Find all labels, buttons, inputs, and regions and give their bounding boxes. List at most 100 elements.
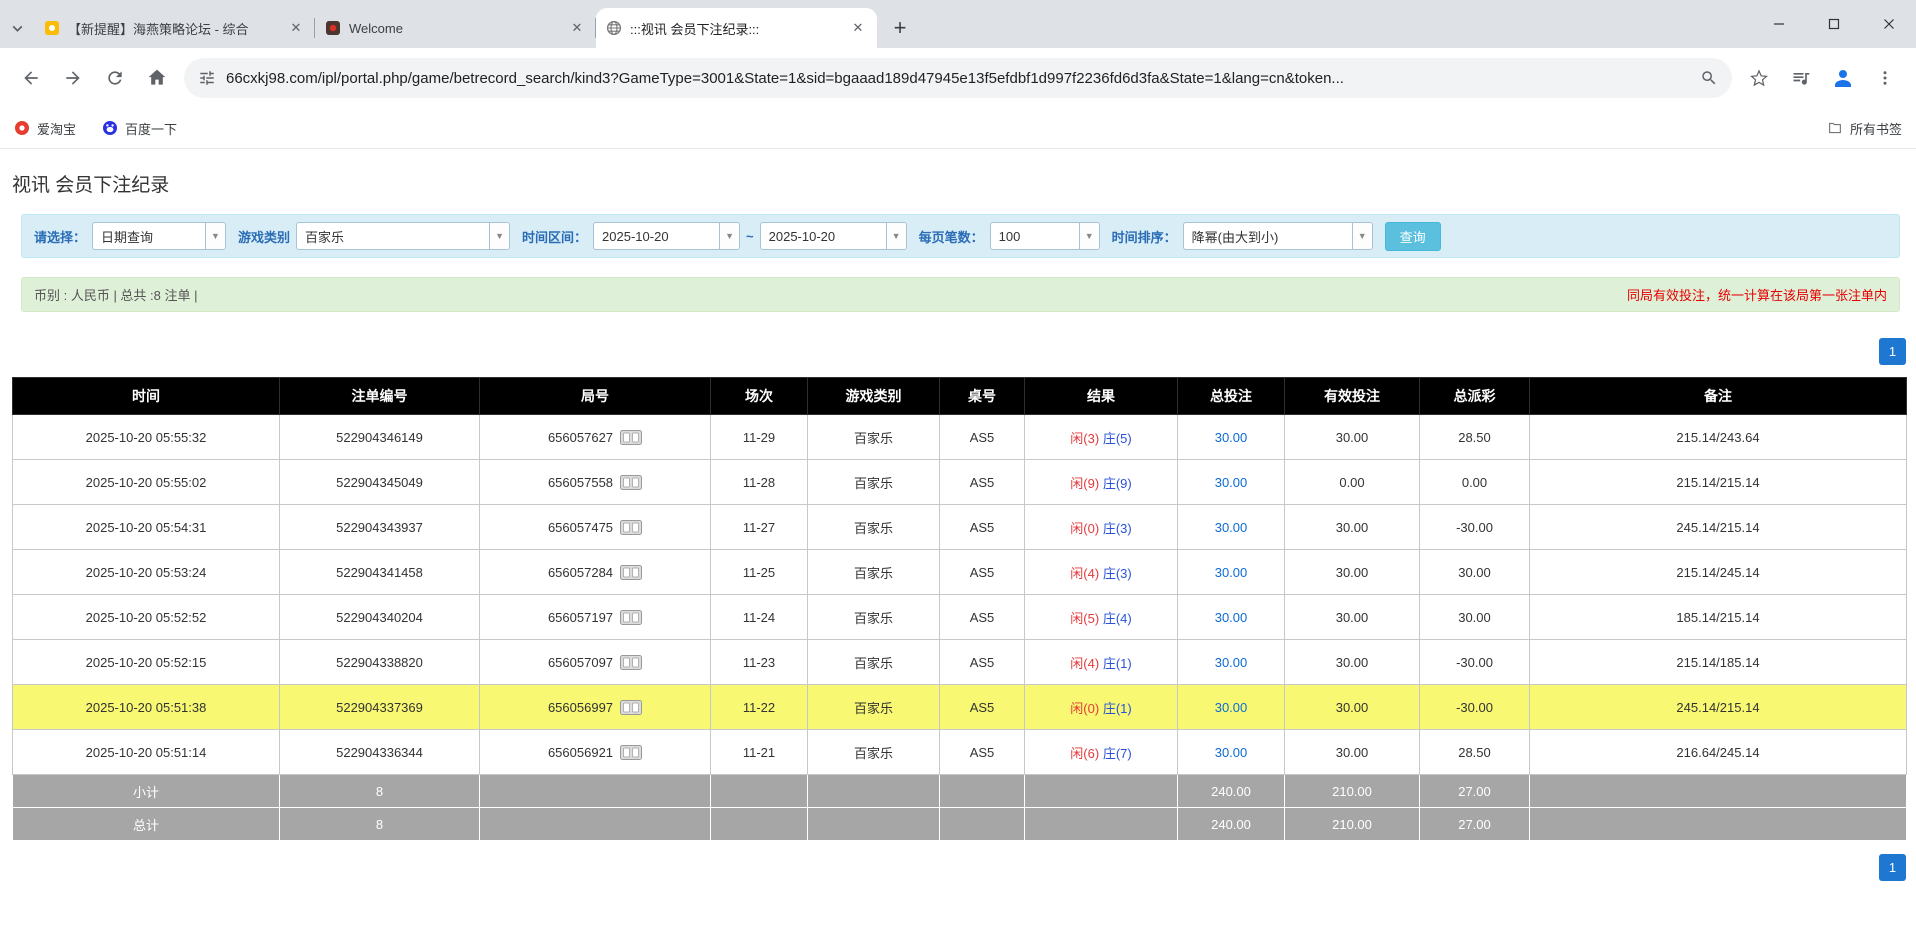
col-remark: 备注 (1530, 378, 1907, 415)
zoom-icon[interactable] (1700, 69, 1718, 87)
round-result-icon[interactable] (620, 610, 642, 625)
pagination-top: 1 (0, 338, 1906, 365)
table-row[interactable]: 2025-10-20 05:52:52 522904340204 6560571… (13, 595, 1907, 640)
currency-total-text: 币别 : 人民币 | 总共 :8 注单 | (34, 285, 198, 304)
sort-order-value: 降幂(由大到小) (1184, 223, 1352, 249)
cell-total-bet: 30.00 (1178, 640, 1285, 685)
back-icon[interactable] (12, 59, 50, 97)
cell-time: 2025-10-20 05:54:31 (13, 505, 280, 550)
query-type-value: 日期查询 (93, 223, 205, 249)
col-result: 结果 (1025, 378, 1178, 415)
cell-round: 656057197 (480, 595, 711, 640)
cell-remark: 245.14/215.14 (1530, 685, 1907, 730)
subtotal-label: 小计 (13, 775, 280, 808)
tab-search-chevron-icon[interactable] (0, 8, 34, 48)
cell-remark: 215.14/245.14 (1530, 550, 1907, 595)
total-bet-link[interactable]: 30.00 (1215, 475, 1248, 490)
table-row[interactable]: 2025-10-20 05:55:32 522904346149 6560576… (13, 415, 1907, 460)
table-row[interactable]: 2025-10-20 05:53:24 522904341458 6560572… (13, 550, 1907, 595)
home-icon[interactable] (138, 59, 176, 97)
window-maximize-icon[interactable] (1806, 0, 1861, 48)
chevron-down-icon: ▼ (489, 223, 509, 249)
search-button[interactable]: 查询 (1385, 222, 1441, 251)
profile-avatar-icon[interactable] (1824, 59, 1862, 97)
round-result-icon[interactable] (620, 475, 642, 490)
result-banker: 庄(4) (1103, 611, 1132, 626)
tab-title: Welcome (349, 21, 560, 36)
browser-tab-bet-records[interactable]: :::视讯 会员下注纪录::: ✕ (596, 8, 877, 48)
bookmark-label: 爱淘宝 (37, 119, 76, 138)
page-1-button[interactable]: 1 (1879, 338, 1906, 365)
result-player: 闲(0) (1070, 701, 1099, 716)
col-round: 局号 (480, 378, 711, 415)
result-player: 闲(9) (1070, 476, 1099, 491)
cell-remark: 185.14/215.14 (1530, 595, 1907, 640)
page-size-select[interactable]: 100 ▼ (990, 222, 1100, 250)
cell-payout: -30.00 (1420, 640, 1530, 685)
bookmark-star-icon[interactable] (1740, 59, 1778, 97)
result-player: 闲(0) (1070, 521, 1099, 536)
table-row[interactable]: 2025-10-20 05:51:38 522904337369 6560569… (13, 685, 1907, 730)
media-controls-icon[interactable] (1782, 59, 1820, 97)
page-1-button[interactable]: 1 (1879, 854, 1906, 881)
browser-tab-forum[interactable]: 【新提醒】海燕策略论坛 - 综合 ✕ (34, 8, 315, 48)
table-row[interactable]: 2025-10-20 05:55:02 522904345049 6560575… (13, 460, 1907, 505)
address-bar[interactable]: 66cxkj98.com/ipl/portal.php/game/betreco… (184, 58, 1732, 98)
round-result-icon[interactable] (620, 655, 642, 670)
query-type-select[interactable]: 日期查询 ▼ (92, 222, 226, 250)
round-number: 656057197 (548, 610, 613, 625)
table-row[interactable]: 2025-10-20 05:51:14 522904336344 6560569… (13, 730, 1907, 775)
reload-icon[interactable] (96, 59, 134, 97)
round-result-icon[interactable] (620, 430, 642, 445)
new-tab-button[interactable]: + (885, 13, 915, 43)
tab-close-icon[interactable]: ✕ (568, 19, 586, 37)
sort-order-select[interactable]: 降幂(由大到小) ▼ (1183, 222, 1373, 250)
cell-valid-bet: 30.00 (1285, 595, 1420, 640)
subtotal-payout: 27.00 (1420, 775, 1530, 808)
url-text[interactable]: 66cxkj98.com/ipl/portal.php/game/betreco… (226, 70, 1690, 87)
round-result-icon[interactable] (620, 565, 642, 580)
round-result-icon[interactable] (620, 745, 642, 760)
table-row[interactable]: 2025-10-20 05:54:31 522904343937 6560574… (13, 505, 1907, 550)
filter-group-date-range: 时间区间： 2025-10-20 ▼ ~ 2025-10-20 ▼ (522, 222, 907, 250)
total-bet-link[interactable]: 30.00 (1215, 745, 1248, 760)
round-result-icon[interactable] (620, 700, 642, 715)
total-bet-link[interactable]: 30.00 (1215, 610, 1248, 625)
site-settings-tune-icon[interactable] (198, 69, 216, 87)
cell-payout: 28.50 (1420, 730, 1530, 775)
bookmark-baidu[interactable]: 百度一下 (102, 119, 177, 138)
round-result-icon[interactable] (620, 520, 642, 535)
tab-close-icon[interactable]: ✕ (849, 19, 867, 37)
window-minimize-icon[interactable] (1751, 0, 1806, 48)
col-time: 时间 (13, 378, 280, 415)
total-bet-link[interactable]: 30.00 (1215, 655, 1248, 670)
cell-round: 656056921 (480, 730, 711, 775)
folder-icon (1827, 120, 1843, 136)
date-from-select[interactable]: 2025-10-20 ▼ (593, 222, 740, 250)
cell-result: 闲(0) 庄(1) (1025, 685, 1178, 730)
total-bet-link[interactable]: 30.00 (1215, 430, 1248, 445)
game-type-label: 游戏类别 (238, 227, 290, 246)
cell-game-type: 百家乐 (808, 730, 940, 775)
window-controls (1751, 0, 1916, 48)
grand-total-valid-bet: 210.00 (1285, 808, 1420, 841)
game-type-select[interactable]: 百家乐 ▼ (296, 222, 510, 250)
cell-time: 2025-10-20 05:51:14 (13, 730, 280, 775)
browser-tab-welcome[interactable]: Welcome ✕ (315, 8, 596, 48)
menu-dots-icon[interactable] (1866, 59, 1904, 97)
total-bet-link[interactable]: 30.00 (1215, 565, 1248, 580)
date-to-select[interactable]: 2025-10-20 ▼ (760, 222, 907, 250)
total-bet-link[interactable]: 30.00 (1215, 700, 1248, 715)
total-bet-link[interactable]: 30.00 (1215, 520, 1248, 535)
summary-empty-cell (940, 808, 1025, 841)
window-close-icon[interactable] (1861, 0, 1916, 48)
bookmark-aitaobao[interactable]: 爱淘宝 (14, 119, 76, 138)
tab-close-icon[interactable]: ✕ (287, 19, 305, 37)
cell-total-bet: 30.00 (1178, 730, 1285, 775)
forward-icon[interactable] (54, 59, 92, 97)
result-player: 闲(6) (1070, 746, 1099, 761)
all-bookmarks[interactable]: 所有书签 (1827, 119, 1902, 138)
table-row[interactable]: 2025-10-20 05:52:15 522904338820 6560570… (13, 640, 1907, 685)
cell-bet-id: 522904341458 (280, 550, 480, 595)
cell-result: 闲(5) 庄(4) (1025, 595, 1178, 640)
